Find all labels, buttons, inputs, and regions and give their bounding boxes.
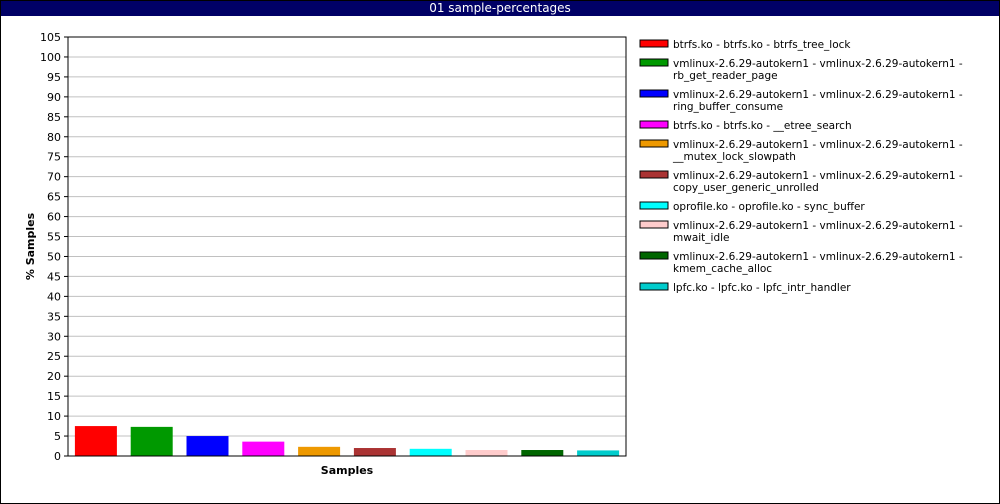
x-axis-label: Samples [321, 464, 374, 477]
y-tick-label: 50 [47, 250, 61, 263]
legend-swatch [639, 58, 669, 67]
legend-label: vmlinux-2.6.29-autokern1 - vmlinux-2.6.2… [673, 170, 963, 182]
legend-swatch [639, 282, 669, 291]
legend-label: kmem_cache_alloc [673, 263, 772, 275]
bar [521, 450, 564, 456]
y-tick-label: 85 [47, 111, 61, 124]
y-tick-label: 75 [47, 151, 61, 164]
y-tick-label: 90 [47, 91, 61, 104]
y-tick-label: 35 [47, 310, 61, 323]
y-tick-label: 20 [47, 370, 61, 383]
bar [74, 426, 117, 456]
y-tick-label: 100 [40, 51, 61, 64]
legend-label: mwait_idle [673, 232, 730, 244]
bar [577, 450, 620, 456]
bar [242, 441, 285, 456]
legend-swatch [639, 220, 669, 229]
legend-swatch [639, 201, 669, 210]
y-tick-label: 60 [47, 211, 61, 224]
legend-swatch [639, 170, 669, 179]
legend-label: btrfs.ko - btrfs.ko - btrfs_tree_lock [673, 39, 851, 51]
bar [353, 448, 396, 456]
bar [186, 436, 229, 456]
chart-title: 01 sample-percentages [1, 1, 999, 16]
legend-swatch [639, 139, 669, 148]
legend-label: ring_buffer_consume [673, 101, 783, 113]
legend-label: __mutex_lock_slowpath [672, 151, 796, 163]
y-axis-label: % Samples [24, 212, 37, 280]
legend-label: vmlinux-2.6.29-autokern1 - vmlinux-2.6.2… [673, 58, 963, 70]
legend-swatch [639, 251, 669, 260]
y-tick-label: 15 [47, 390, 61, 403]
y-tick-label: 0 [54, 450, 61, 463]
y-tick-label: 5 [54, 430, 61, 443]
legend-swatch [639, 120, 669, 129]
y-tick-label: 95 [47, 71, 61, 84]
y-tick-label: 25 [47, 350, 61, 363]
y-tick-label: 30 [47, 330, 61, 343]
legend-label: btrfs.ko - btrfs.ko - __etree_search [673, 120, 852, 132]
legend-swatch [639, 89, 669, 98]
y-tick-label: 80 [47, 131, 61, 144]
legend-label: oprofile.ko - oprofile.ko - sync_buffer [673, 201, 865, 213]
legend-label: rb_get_reader_page [673, 70, 778, 82]
legend-label: copy_user_generic_unrolled [673, 182, 819, 194]
legend-label: vmlinux-2.6.29-autokern1 - vmlinux-2.6.2… [673, 139, 963, 151]
bar [130, 426, 173, 456]
legend-label: vmlinux-2.6.29-autokern1 - vmlinux-2.6.2… [673, 251, 963, 263]
legend-label: lpfc.ko - lpfc.ko - lpfc_intr_handler [673, 282, 851, 294]
bar [298, 446, 341, 456]
bar-chart: 0 5 10 15 20 25 30 35 40 45 50 55 60 65 70 75 80 85 90 95 10… [24, 31, 963, 477]
chart-window: 01 sample-percentages 0 5 10 15 20 25 30 35 40 45… [0, 0, 1000, 504]
y-tick-label: 10 [47, 410, 61, 423]
legend-swatch [639, 39, 669, 48]
legend-label: vmlinux-2.6.29-autokern1 - vmlinux-2.6.2… [673, 89, 963, 101]
y-tick-label: 65 [47, 191, 61, 204]
bar [409, 448, 452, 456]
plot-frame [67, 36, 627, 457]
y-tick-label: 45 [47, 270, 61, 283]
bar [465, 450, 508, 456]
legend: btrfs.ko - btrfs.ko - btrfs_tree_lockvml… [639, 39, 963, 294]
y-tick-label: 40 [47, 290, 61, 303]
legend-label: vmlinux-2.6.29-autokern1 - vmlinux-2.6.2… [673, 220, 963, 232]
y-tick-label: 55 [47, 231, 61, 244]
y-tick-label: 70 [47, 171, 61, 184]
y-tick-label: 105 [40, 31, 61, 44]
